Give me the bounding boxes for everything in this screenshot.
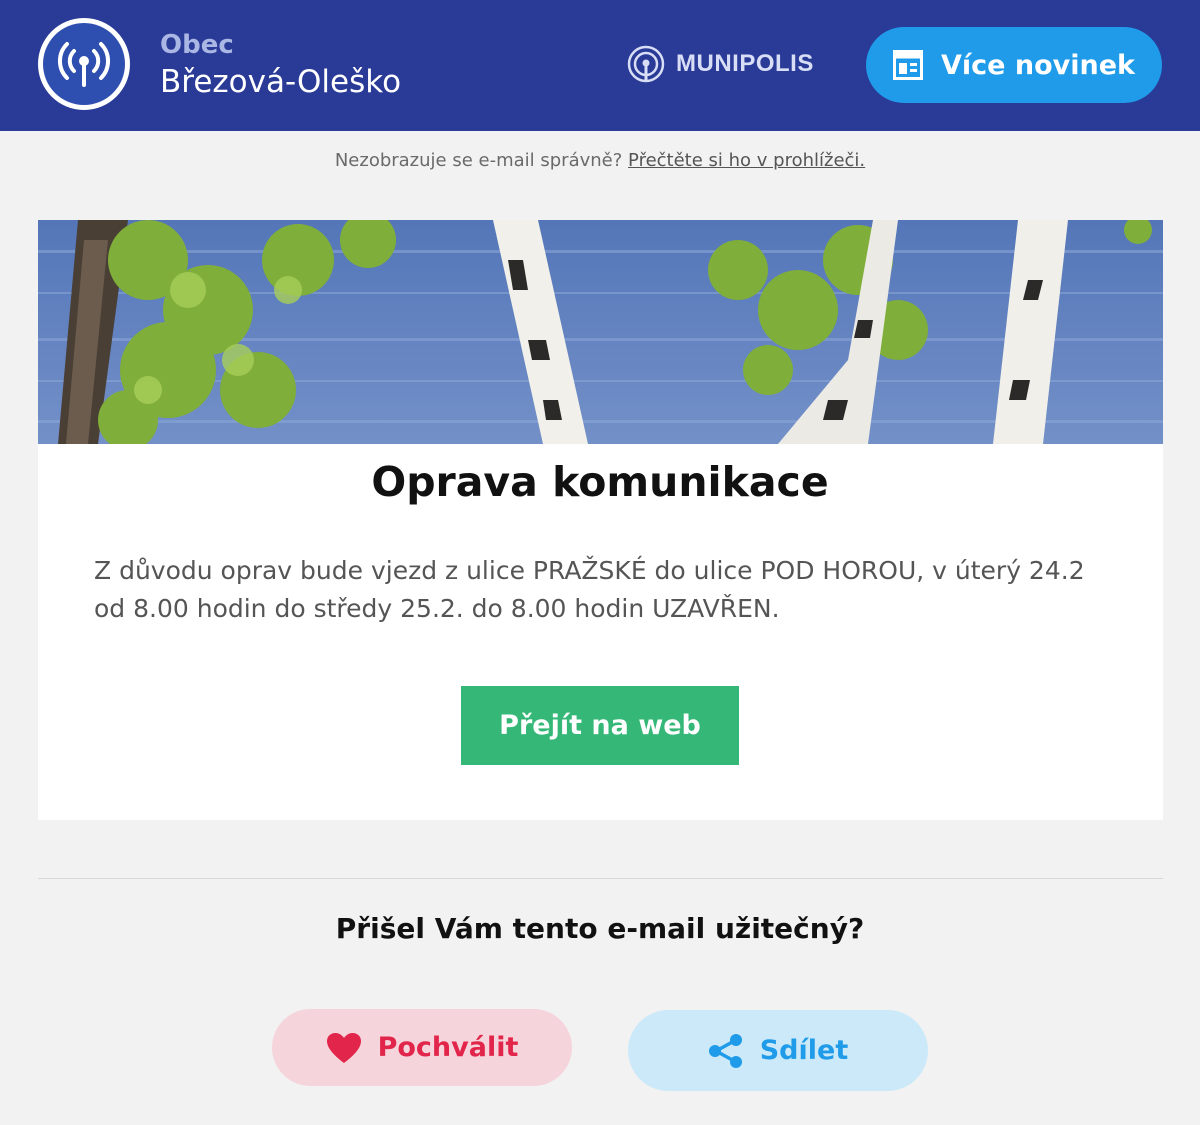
- praise-label: Pochválit: [377, 1032, 519, 1063]
- more-news-label: Více novinek: [941, 49, 1135, 81]
- municipality-type-label: Obec: [160, 30, 234, 60]
- broadcast-icon: [627, 45, 665, 83]
- share-icon: [708, 1033, 744, 1069]
- munipolis-brand[interactable]: MUNIPOLIS: [626, 44, 814, 84]
- article-title: Oprava komunikace: [371, 458, 829, 506]
- brand-name: MUNIPOLIS: [676, 50, 814, 77]
- article-body: Z důvodu oprav bude vjezd z ulice PRAŽSK…: [94, 556, 1085, 623]
- header: Obec Březová-Oleško MUNIPOLIS Více novin…: [0, 0, 1200, 131]
- municipality-logo[interactable]: [38, 18, 130, 110]
- go-to-web-button[interactable]: Přejít na web: [461, 686, 739, 765]
- feedback-question: Přišel Vám tento e-mail užitečný?: [335, 912, 865, 945]
- radio-broadcast-icon: [43, 23, 125, 105]
- divider: [38, 878, 1163, 879]
- view-in-browser-link[interactable]: Přečtěte si ho v prohlížeči.: [628, 150, 865, 171]
- hero-image: [38, 220, 1163, 444]
- heart-icon: [326, 1032, 362, 1064]
- share-button[interactable]: Sdílet: [628, 1010, 928, 1091]
- more-news-button[interactable]: Více novinek: [866, 27, 1162, 103]
- preheader: Nezobrazuje se e-mail správně? Přečtěte …: [0, 150, 1200, 171]
- preheader-text: Nezobrazuje se e-mail správně?: [334, 150, 623, 171]
- newspaper-icon: [893, 50, 923, 80]
- municipality-name: Březová-Oleško: [160, 64, 402, 100]
- praise-button[interactable]: Pochválit: [272, 1009, 572, 1086]
- share-label: Sdílet: [759, 1035, 849, 1066]
